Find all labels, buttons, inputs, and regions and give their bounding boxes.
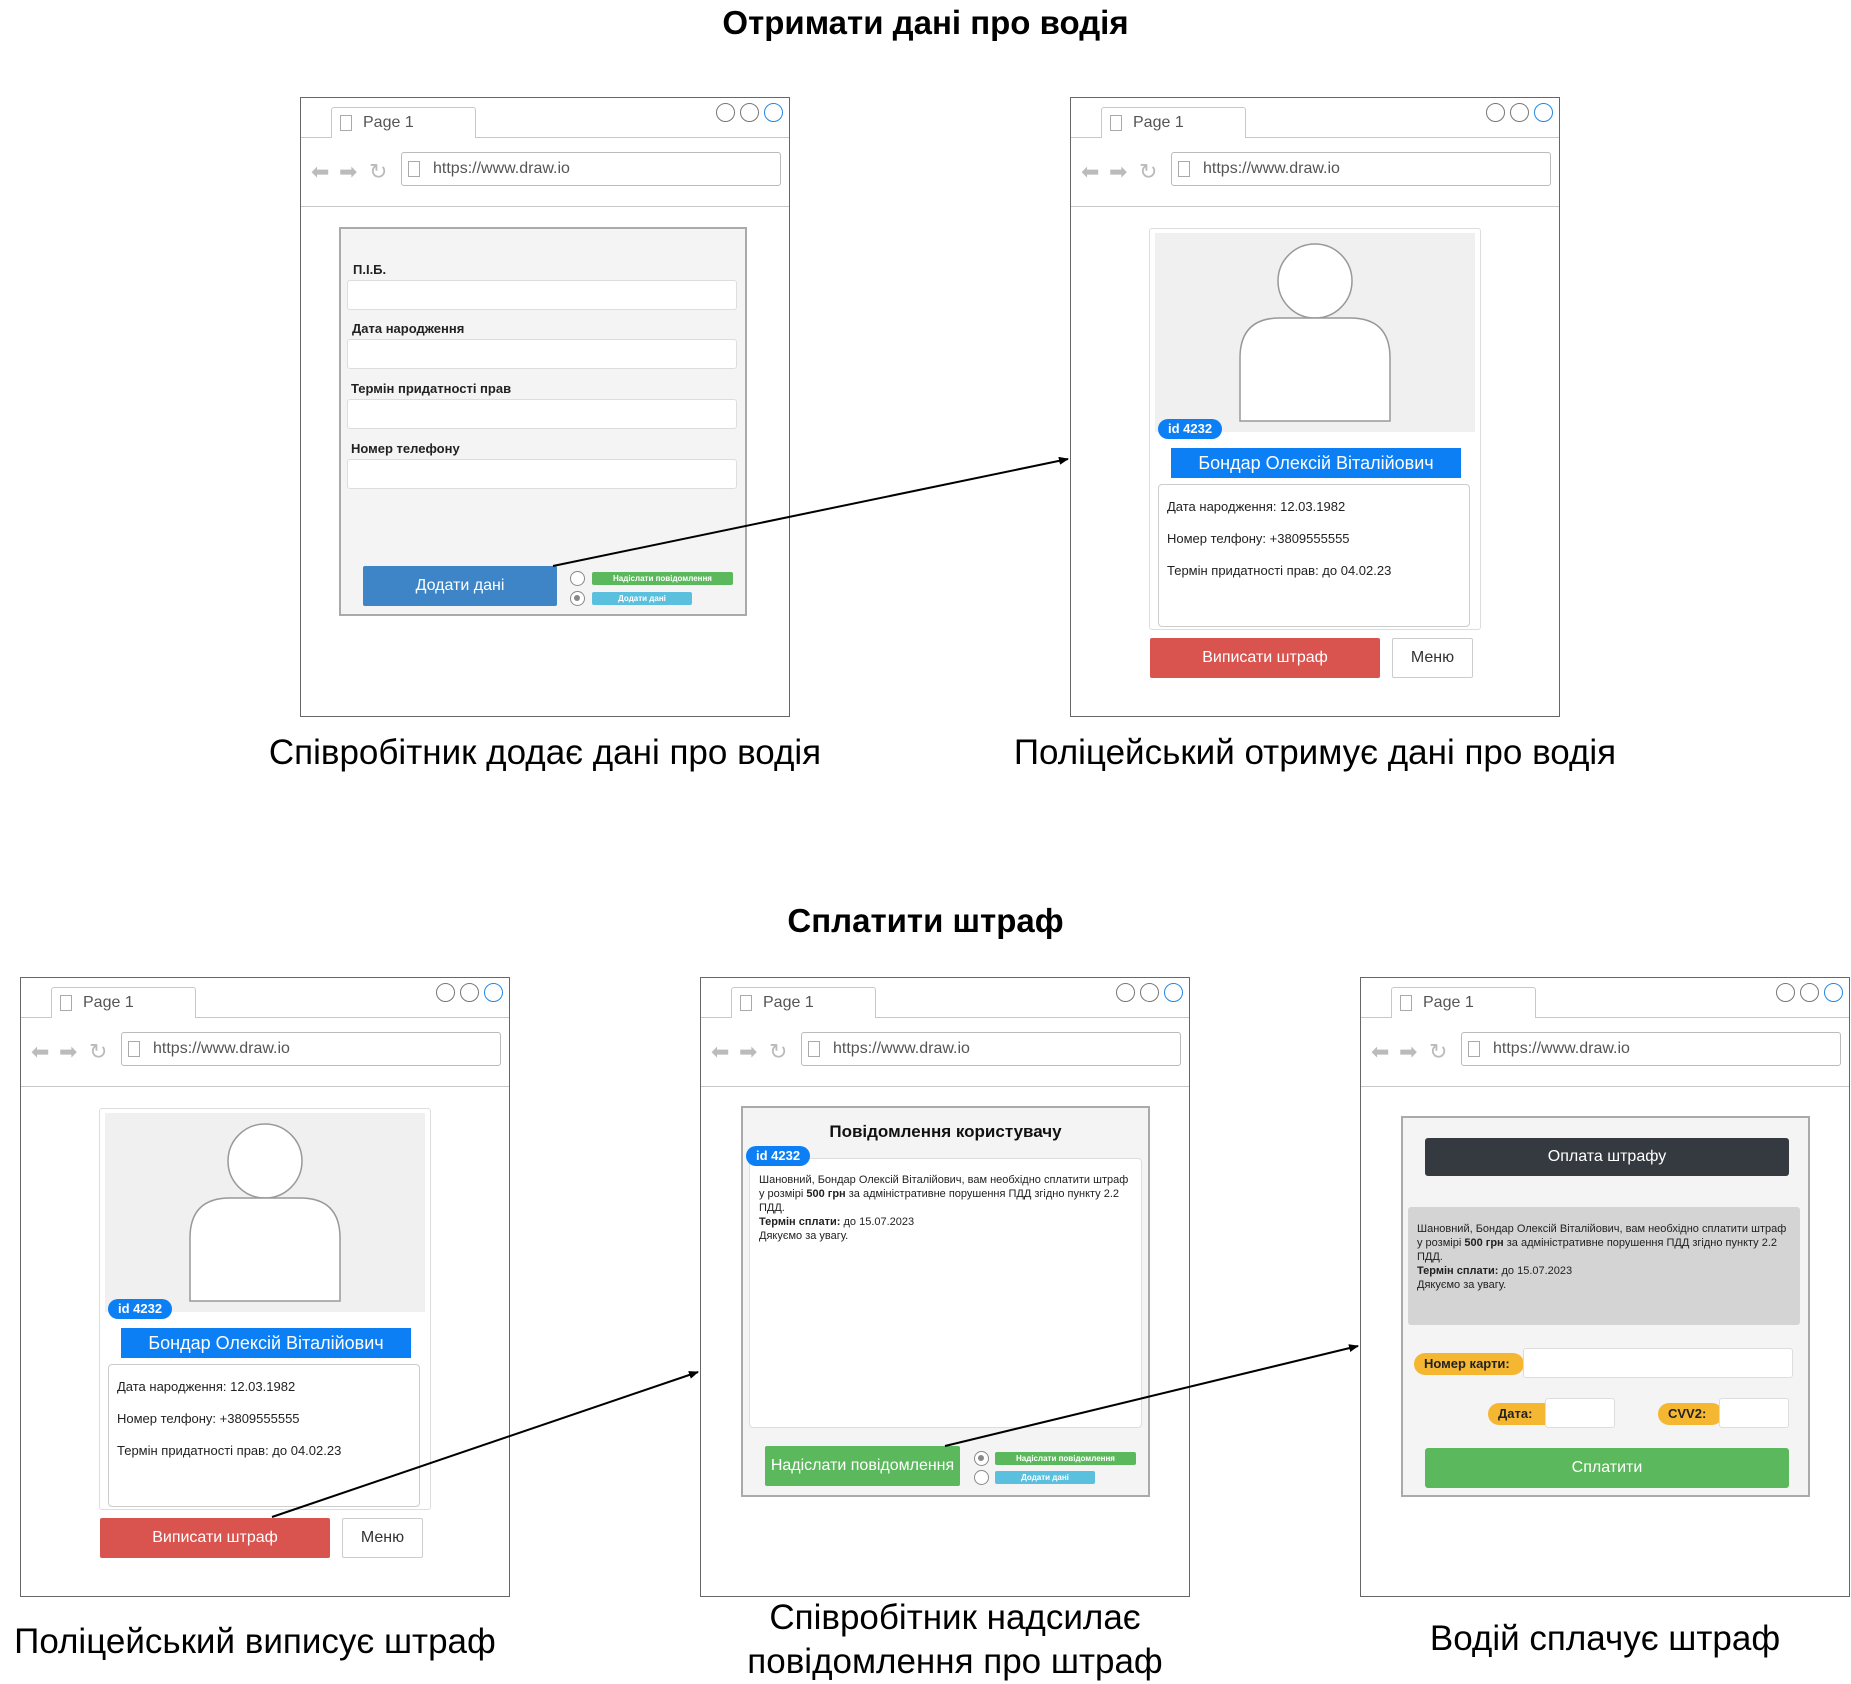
flow-arrows: [271, 456, 1359, 1518]
arrow-fine-to-message: [271, 1371, 699, 1518]
arrow-form-to-profile: [552, 456, 1069, 567]
arrow-message-to-payment: [944, 1344, 1359, 1447]
